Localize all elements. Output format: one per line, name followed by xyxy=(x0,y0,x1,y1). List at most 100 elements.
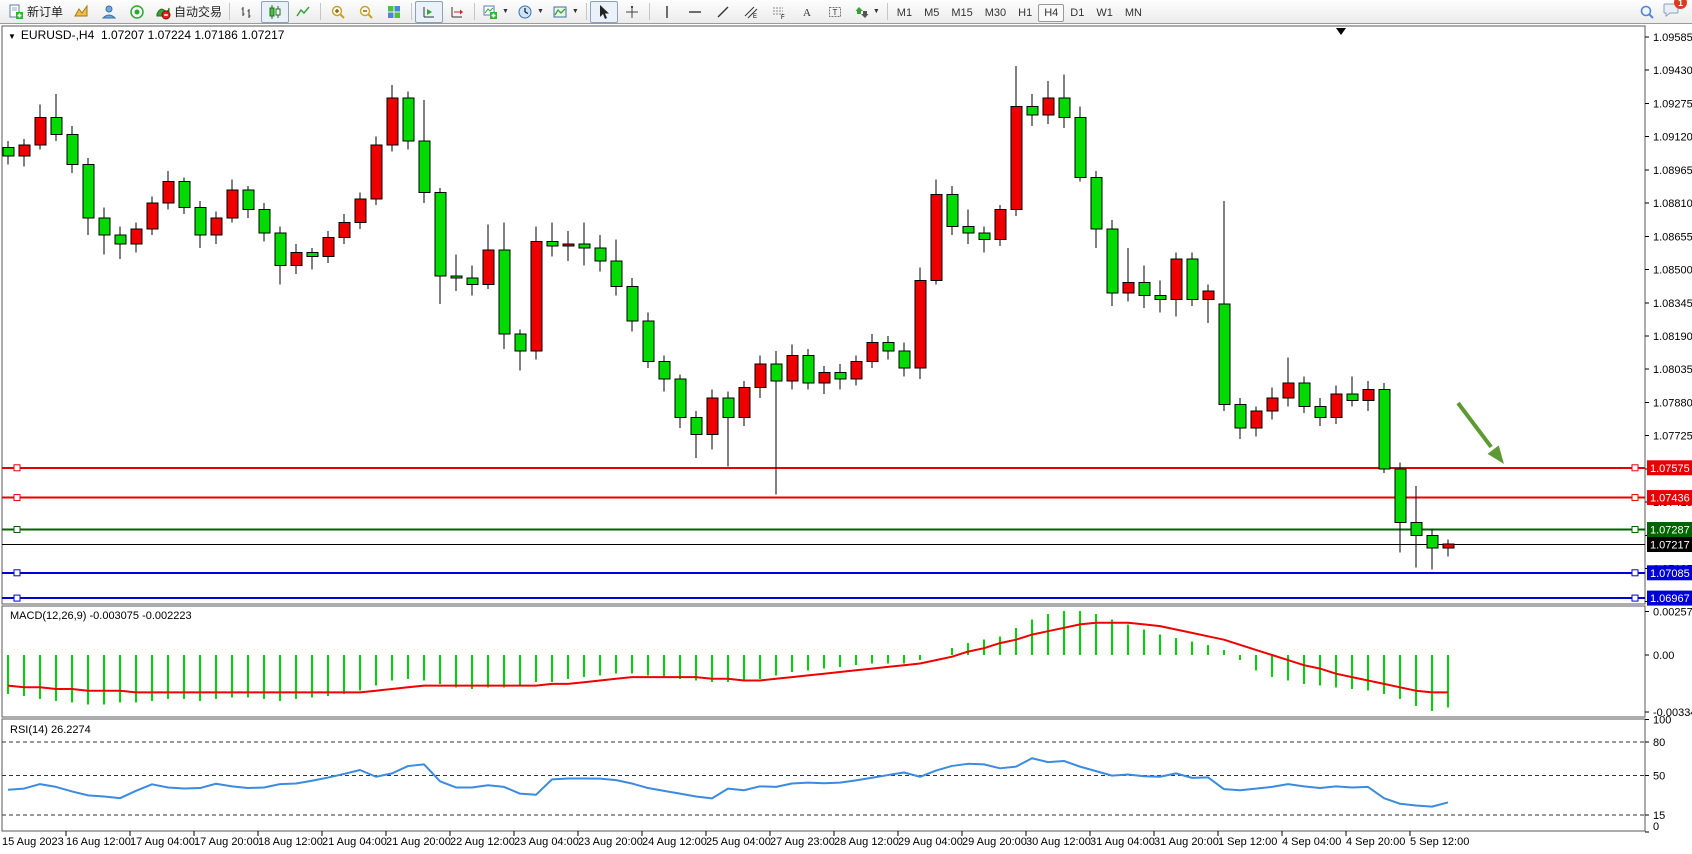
line-chart-button[interactable] xyxy=(289,1,317,23)
arrows-button[interactable]: ▼ xyxy=(849,1,884,23)
new-order-button[interactable]: 新订单 xyxy=(4,1,67,23)
timeframe-m5[interactable]: M5 xyxy=(918,4,945,22)
time-label: 25 Aug 04:00 xyxy=(706,836,771,848)
svg-text:1.07436: 1.07436 xyxy=(1650,493,1690,505)
mt4-window: 新订单 自动交易 ▼ ▼ ▼ E F A T ▼ xyxy=(0,0,1692,854)
notification-badge: 1 xyxy=(1674,0,1687,9)
svg-text:A: A xyxy=(803,7,811,19)
time-label: 24 Aug 12:00 xyxy=(642,836,707,848)
chart-canvas[interactable]: 1.095851.094301.092751.091201.089651.088… xyxy=(0,24,1692,854)
trendline-button[interactable] xyxy=(709,1,737,23)
horizontal-line-icon xyxy=(687,4,703,20)
candlestick-chart-icon xyxy=(267,4,283,20)
svg-text:1.09120: 1.09120 xyxy=(1653,132,1692,144)
autotrading-button[interactable]: 自动交易 xyxy=(151,1,226,23)
time-label: 28 Aug 12:00 xyxy=(834,836,899,848)
market-watch-button[interactable] xyxy=(95,1,123,23)
chart-header[interactable]: ▼EURUSD-,H4 1.07207 1.07224 1.07186 1.07… xyxy=(8,28,284,42)
macd-values: -0.003075 -0.002223 xyxy=(89,610,191,622)
svg-text:50: 50 xyxy=(1653,771,1665,783)
timeframe-d1[interactable]: D1 xyxy=(1064,4,1090,22)
time-label: 1 Sep 12:00 xyxy=(1218,836,1277,848)
timeframe-w1[interactable]: W1 xyxy=(1090,4,1119,22)
vertical-line-icon xyxy=(659,4,675,20)
new-chart-icon xyxy=(482,4,498,20)
equidistant-channel-button[interactable]: E xyxy=(737,1,765,23)
chart-shift-icon xyxy=(421,4,437,20)
zoom-out-icon xyxy=(358,4,374,20)
time-label: 27 Aug 23:00 xyxy=(770,836,835,848)
fibonacci-button[interactable]: F xyxy=(765,1,793,23)
equidistant-channel-icon: E xyxy=(743,4,759,20)
crosshair-button[interactable] xyxy=(618,1,646,23)
svg-text:1.08810: 1.08810 xyxy=(1653,198,1692,210)
chart-window-button[interactable] xyxy=(67,1,95,23)
time-label: 29 Aug 20:00 xyxy=(962,836,1027,848)
time-label: 5 Sep 12:00 xyxy=(1410,836,1469,848)
svg-text:1.09275: 1.09275 xyxy=(1653,98,1692,110)
crosshair-icon xyxy=(624,4,640,20)
new-chart-button[interactable]: ▼ xyxy=(478,1,513,23)
svg-text:0.00: 0.00 xyxy=(1653,650,1674,662)
profiles-icon xyxy=(517,4,533,20)
tile-windows-button[interactable] xyxy=(380,1,408,23)
time-label: 18 Aug 12:00 xyxy=(258,836,323,848)
main-toolbar: 新订单 自动交易 ▼ ▼ ▼ E F A T ▼ xyxy=(0,0,1692,24)
time-axis[interactable]: 15 Aug 202316 Aug 12:0017 Aug 04:0017 Au… xyxy=(0,833,1692,854)
chevron-down-icon: ▼ xyxy=(873,8,880,15)
time-label: 15 Aug 2023 xyxy=(2,836,64,848)
timeframe-m15[interactable]: M15 xyxy=(945,4,978,22)
svg-text:T: T xyxy=(832,8,837,17)
svg-text:1.09430: 1.09430 xyxy=(1653,65,1692,77)
time-label: 31 Aug 04:00 xyxy=(1090,836,1155,848)
svg-text:100: 100 xyxy=(1653,714,1671,726)
vertical-line-button[interactable] xyxy=(653,1,681,23)
candlestick-chart-button[interactable] xyxy=(261,1,289,23)
text-label-icon: T xyxy=(827,4,843,20)
signals-button[interactable] xyxy=(123,1,151,23)
svg-text:1.07725: 1.07725 xyxy=(1653,431,1692,443)
auto-scroll-icon xyxy=(449,4,465,20)
tile-windows-icon xyxy=(386,4,402,20)
timeframe-m1[interactable]: M1 xyxy=(891,4,918,22)
time-label: 30 Aug 12:00 xyxy=(1026,836,1091,848)
notifications-button[interactable]: 1 xyxy=(1663,1,1680,22)
chevron-down-icon: ▼ xyxy=(8,32,16,41)
timeframe-mn[interactable]: MN xyxy=(1119,4,1148,22)
svg-text:1.09585: 1.09585 xyxy=(1653,32,1692,44)
time-label: 29 Aug 04:00 xyxy=(898,836,963,848)
svg-text:E: E xyxy=(753,14,757,20)
zoom-in-button[interactable] xyxy=(324,1,352,23)
svg-text:1.07217: 1.07217 xyxy=(1650,540,1690,552)
svg-text:0.002573: 0.002573 xyxy=(1653,606,1692,618)
horizontal-line-button[interactable] xyxy=(681,1,709,23)
svg-text:1.07085: 1.07085 xyxy=(1650,568,1690,580)
time-label: 4 Sep 04:00 xyxy=(1282,836,1341,848)
text-label-button[interactable]: T xyxy=(821,1,849,23)
chevron-down-icon: ▼ xyxy=(537,8,544,15)
text-icon: A xyxy=(799,4,815,20)
bar-chart-button[interactable] xyxy=(233,1,261,23)
timeframe-h1[interactable]: H1 xyxy=(1012,4,1038,22)
toolbar-separator xyxy=(411,3,412,20)
rsi-label: RSI(14) xyxy=(10,724,48,736)
arrows-icon xyxy=(853,4,869,20)
autotrading-label: 自动交易 xyxy=(174,3,222,20)
profiles-button[interactable]: ▼ xyxy=(513,1,548,23)
cursor-button[interactable] xyxy=(590,1,618,23)
indicators-button[interactable]: ▼ xyxy=(548,1,583,23)
rsi-value: 26.2274 xyxy=(51,724,91,736)
timeframe-m30[interactable]: M30 xyxy=(979,4,1012,22)
time-label: 17 Aug 20:00 xyxy=(194,836,259,848)
zoom-out-button[interactable] xyxy=(352,1,380,23)
text-button[interactable]: A xyxy=(793,1,821,23)
chart-shift-button[interactable] xyxy=(415,1,443,23)
svg-text:1.07880: 1.07880 xyxy=(1653,397,1692,409)
timeframe-h4[interactable]: H4 xyxy=(1038,4,1064,22)
svg-text:F: F xyxy=(781,15,785,20)
svg-text:1.06967: 1.06967 xyxy=(1650,593,1690,605)
search-icon[interactable] xyxy=(1639,4,1655,20)
svg-text:1.07287: 1.07287 xyxy=(1650,525,1690,537)
auto-scroll-button[interactable] xyxy=(443,1,471,23)
toolbar-separator xyxy=(474,3,475,20)
